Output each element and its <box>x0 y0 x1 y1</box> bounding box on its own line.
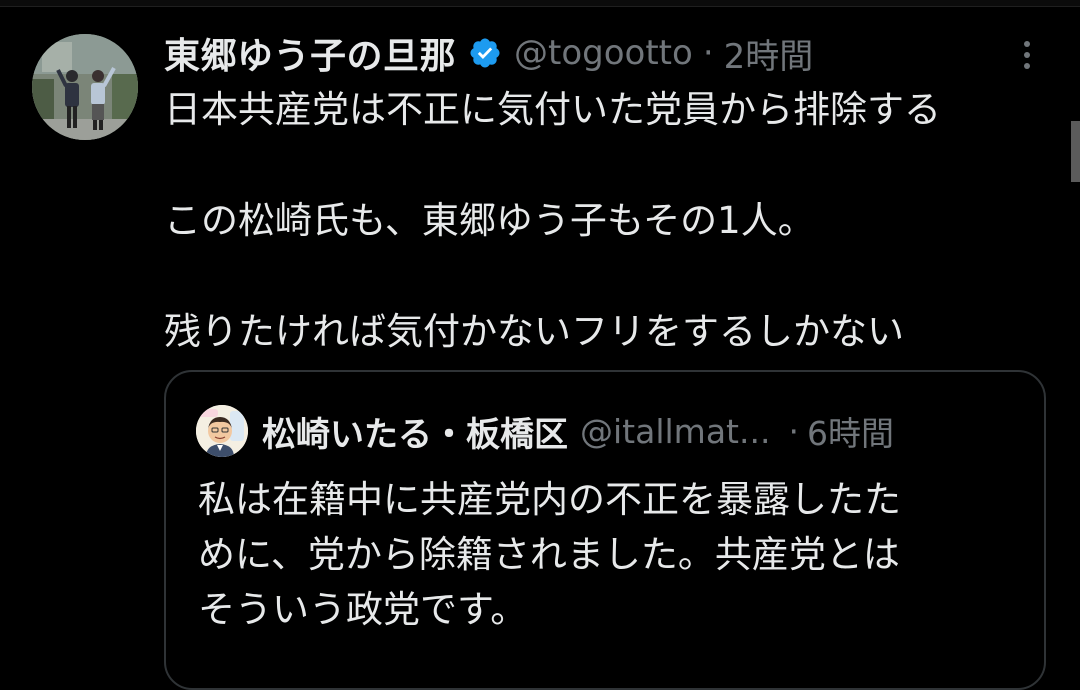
author-display-name[interactable]: 東郷ゆう子の旦那 <box>164 27 456 79</box>
header-separator: · <box>702 33 714 73</box>
quoted-author-handle[interactable]: @itallmat... <box>580 412 770 451</box>
verified-badge-icon <box>468 36 502 70</box>
tweet-timestamp[interactable]: 2時間 <box>724 29 814 78</box>
tweet-header: 東郷ゆう子の旦那 @togootto · 2時間 <box>164 28 813 78</box>
tweet-text: 日本共産党は不正に気付いた党員から排除する この松崎氏も、東郷ゆう子もその1人。… <box>164 82 1044 360</box>
quoted-author-avatar[interactable] <box>196 405 248 457</box>
quoted-tweet-text: 私は在籍中に共産党内の不正を暴露したた めに、党から除籍されました。共産党とは … <box>198 472 1018 637</box>
tweet-text-line: 日本共産党は不正に気付いた党員から排除する <box>164 88 941 131</box>
author-avatar[interactable] <box>32 34 138 140</box>
quoted-tweet-header: 松崎いたる・板橋区 @itallmat... · 6時間 <box>196 402 894 460</box>
quoted-author-display-name[interactable]: 松崎いたる・板橋区 <box>262 407 568 456</box>
quoted-text-line: そういう政党です。 <box>198 588 528 631</box>
quoted-tweet-timestamp[interactable]: 6時間 <box>807 407 894 455</box>
tweet-text-line: 残りたければ気付かないフリをするしかない <box>164 310 904 353</box>
quoted-tweet-card[interactable]: 松崎いたる・板橋区 @itallmat... · 6時間 私は在籍中に共産党内の… <box>164 370 1046 690</box>
tweet-text-line: この松崎氏も、東郷ゆう子もその1人。 <box>164 199 815 242</box>
quoted-text-line: めに、党から除籍されました。共産党とは <box>198 533 900 576</box>
top-divider <box>0 0 1080 7</box>
quoted-text-line: 私は在籍中に共産党内の不正を暴露したた <box>198 478 901 521</box>
scrollbar-thumb[interactable] <box>1071 121 1080 182</box>
author-handle[interactable]: @togootto <box>514 33 693 73</box>
more-options-icon[interactable] <box>1014 38 1040 78</box>
quoted-header-separator: · <box>788 411 799 451</box>
